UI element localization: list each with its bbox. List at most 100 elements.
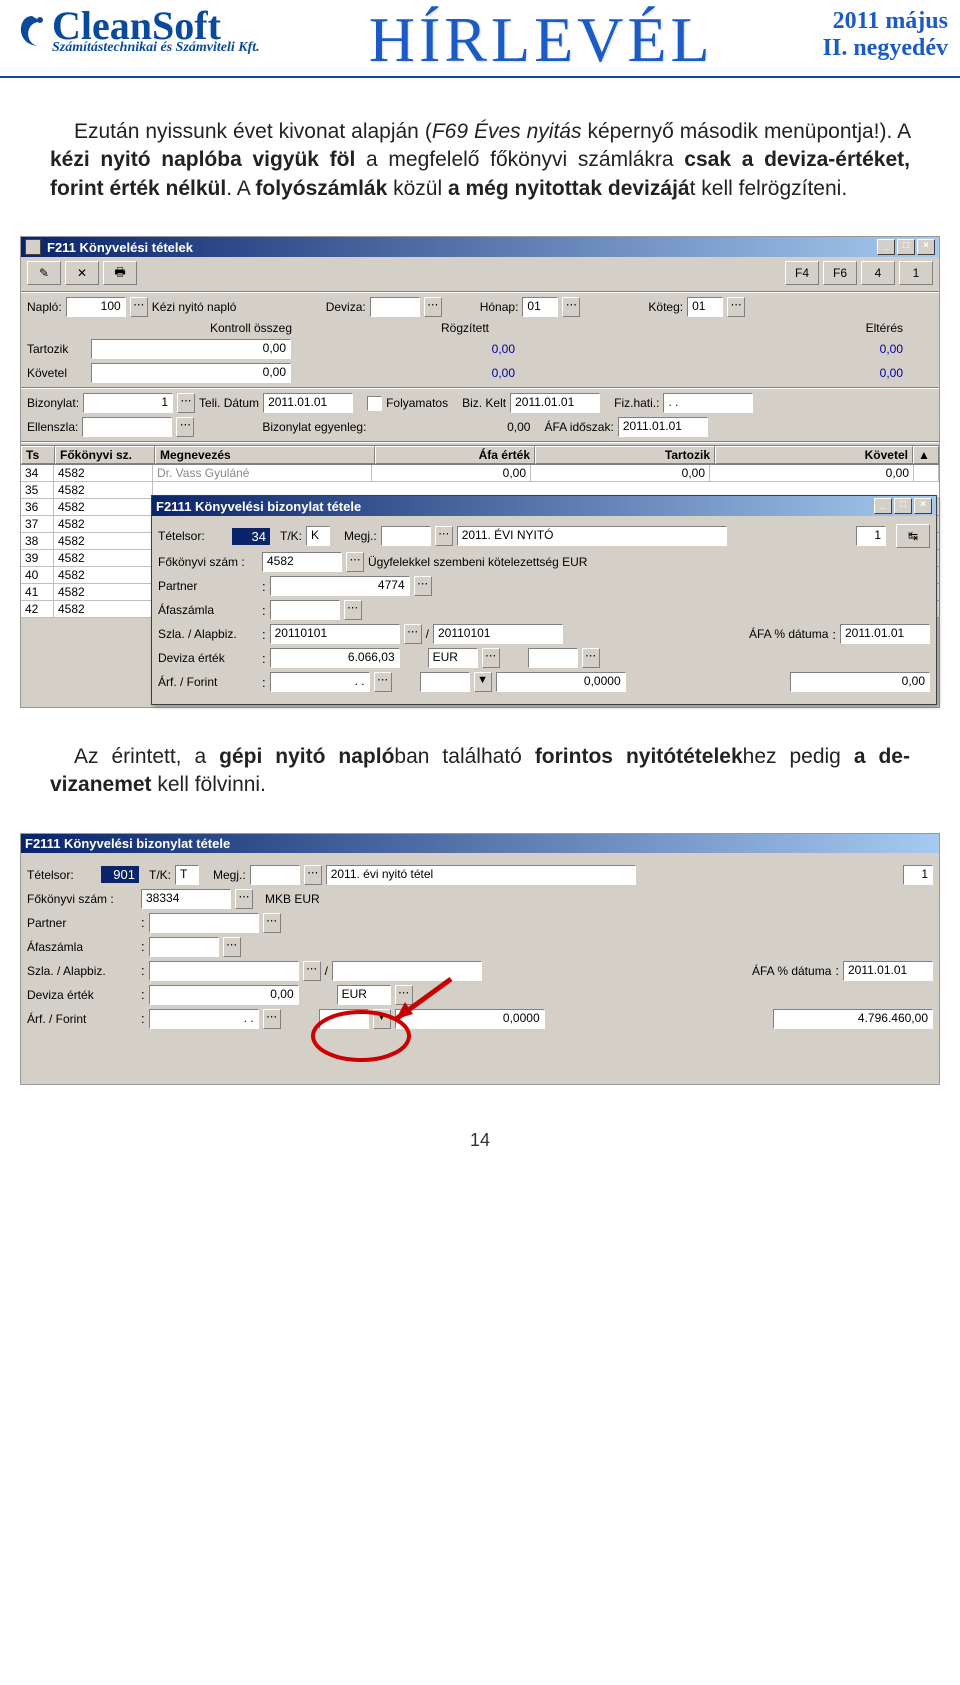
label-megj: Megj.: bbox=[213, 868, 246, 882]
fksz-input[interactable]: 4582 bbox=[262, 552, 342, 572]
tk-input[interactable]: T bbox=[175, 865, 199, 885]
megj-desc[interactable]: 2011. ÉVI NYITÓ bbox=[457, 526, 727, 546]
t: a még nyitottak devizájá bbox=[448, 177, 690, 200]
lookup-button[interactable]: ⋯ bbox=[263, 913, 281, 933]
col-ts[interactable]: Ts bbox=[21, 446, 55, 464]
devertek-input[interactable]: 6.066,03 bbox=[270, 648, 400, 668]
tool-button[interactable]: ✕ bbox=[65, 261, 99, 285]
dropdown-button[interactable]: ▼ bbox=[474, 672, 492, 692]
szla-b-input[interactable]: 20110101 bbox=[433, 624, 563, 644]
col-tartozik[interactable]: Tartozik bbox=[535, 446, 715, 464]
szla-b-input[interactable] bbox=[332, 961, 482, 981]
col-afa[interactable]: Áfa érték bbox=[375, 446, 535, 464]
fizhati-input[interactable]: . . bbox=[663, 393, 753, 413]
afaszamla-input[interactable] bbox=[149, 937, 219, 957]
arf-forint-input[interactable]: 4.796.460,00 bbox=[773, 1009, 933, 1029]
arf-a-input[interactable]: . . bbox=[149, 1009, 259, 1029]
arf-a-input[interactable]: . . bbox=[270, 672, 370, 692]
devnem-input[interactable]: EUR bbox=[428, 648, 478, 668]
close-button[interactable]: × bbox=[917, 239, 935, 255]
devertek-input[interactable]: 0,00 bbox=[149, 985, 299, 1005]
label-fizhati: Fiz.hati.: bbox=[614, 396, 659, 410]
btn-4[interactable]: 4 bbox=[861, 261, 895, 285]
arf-type-input[interactable] bbox=[420, 672, 470, 692]
maximize-button[interactable]: □ bbox=[894, 498, 912, 514]
honap-input[interactable]: 01 bbox=[522, 297, 558, 317]
lookup-button[interactable]: ⋯ bbox=[395, 985, 413, 1005]
szla-a-input[interactable]: 20110101 bbox=[270, 624, 400, 644]
lookup-button[interactable]: ⋯ bbox=[562, 297, 580, 317]
arf-rate-input[interactable]: 0,0000 bbox=[496, 672, 626, 692]
afaszamla-input[interactable] bbox=[270, 600, 340, 620]
action-icon[interactable]: ↹ bbox=[896, 524, 930, 548]
col-fksz[interactable]: Főkönyvi sz. bbox=[55, 446, 155, 464]
afaidoszak-input[interactable]: 2011.01.01 bbox=[618, 417, 708, 437]
btn-1[interactable]: 1 bbox=[899, 261, 933, 285]
minimize-button[interactable]: _ bbox=[877, 239, 895, 255]
lookup-button[interactable]: ⋯ bbox=[263, 1009, 281, 1029]
lookup-button[interactable]: ⋯ bbox=[346, 552, 364, 572]
afadatum-input[interactable]: 2011.01.01 bbox=[840, 624, 930, 644]
date-line1: 2011 május bbox=[823, 8, 948, 35]
lookup-button[interactable]: ⋯ bbox=[374, 672, 392, 692]
ellenszla-input[interactable] bbox=[82, 417, 172, 437]
date-line2: II. negyedév bbox=[823, 35, 948, 62]
lookup-button[interactable]: ⋯ bbox=[344, 600, 362, 620]
lookup-button[interactable]: ⋯ bbox=[582, 648, 600, 668]
dev2-input[interactable] bbox=[528, 648, 578, 668]
arf-forint-input[interactable]: 0,00 bbox=[790, 672, 930, 692]
label-afaszamla: Áfaszámla bbox=[158, 603, 258, 617]
arf-type-input[interactable] bbox=[319, 1009, 369, 1029]
lookup-button[interactable]: ⋯ bbox=[435, 526, 453, 546]
lookup-button[interactable]: ⋯ bbox=[303, 961, 321, 981]
dropdown-button[interactable]: ▼ bbox=[373, 1009, 391, 1029]
cell: 4582 bbox=[54, 482, 153, 498]
lookup-button[interactable]: ⋯ bbox=[130, 297, 148, 317]
partner-input[interactable]: 4774 bbox=[270, 576, 410, 596]
megj-desc[interactable]: 2011. évi nyitó tétel bbox=[326, 865, 636, 885]
tk-input[interactable]: K bbox=[306, 526, 330, 546]
f6-button[interactable]: F6 bbox=[823, 261, 857, 285]
folyamatos-checkbox[interactable] bbox=[367, 396, 382, 411]
lookup-button[interactable]: ⋯ bbox=[235, 889, 253, 909]
col-kovetel[interactable]: Követel bbox=[715, 446, 913, 464]
lookup-button[interactable]: ⋯ bbox=[404, 624, 422, 644]
col-megn[interactable]: Megnevezés bbox=[155, 446, 375, 464]
koteg-input[interactable]: 01 bbox=[687, 297, 723, 317]
close-button[interactable]: × bbox=[914, 498, 932, 514]
f4-button[interactable]: F4 bbox=[785, 261, 819, 285]
scroll-up-icon[interactable]: ▲ bbox=[913, 446, 939, 464]
szla-a-input[interactable] bbox=[149, 961, 299, 981]
lookup-button[interactable]: ⋯ bbox=[304, 865, 322, 885]
megj-input[interactable] bbox=[250, 865, 300, 885]
table-row[interactable]: 34 4582 Dr. Vass Gyuláné 0,00 0,00 0,00 bbox=[21, 465, 939, 482]
tartozik-input[interactable]: 0,00 bbox=[91, 339, 291, 359]
lookup-button[interactable]: ⋯ bbox=[176, 417, 194, 437]
tool-button[interactable]: ✎ bbox=[27, 261, 61, 285]
afadatum-input[interactable]: 2011.01.01 bbox=[843, 961, 933, 981]
lookup-button[interactable]: ⋯ bbox=[223, 937, 241, 957]
lookup-button[interactable]: ⋯ bbox=[424, 297, 442, 317]
lookup-button[interactable]: ⋯ bbox=[482, 648, 500, 668]
lookup-button[interactable]: ⋯ bbox=[177, 393, 195, 413]
print-button[interactable]: 🖶 bbox=[103, 261, 137, 285]
partner-input[interactable] bbox=[149, 913, 259, 933]
seq-input[interactable]: 1 bbox=[903, 865, 933, 885]
teli-input[interactable]: 2011.01.01 bbox=[263, 393, 353, 413]
bizonylat-input[interactable]: 1 bbox=[83, 393, 173, 413]
bizkelt-input[interactable]: 2011.01.01 bbox=[510, 393, 600, 413]
tetelsor-input[interactable]: 34 bbox=[232, 528, 270, 545]
kovetel-input[interactable]: 0,00 bbox=[91, 363, 291, 383]
minimize-button[interactable]: _ bbox=[874, 498, 892, 514]
fksz-input[interactable]: 38334 bbox=[141, 889, 231, 909]
deviza-input[interactable] bbox=[370, 297, 420, 317]
megj-input[interactable] bbox=[381, 526, 431, 546]
tetelsor-input[interactable]: 901 bbox=[101, 866, 139, 883]
maximize-button[interactable]: □ bbox=[897, 239, 915, 255]
lookup-button[interactable]: ⋯ bbox=[727, 297, 745, 317]
arf-rate-input[interactable]: 0,0000 bbox=[395, 1009, 545, 1029]
naplo-input[interactable]: 100 bbox=[66, 297, 126, 317]
devnem-input[interactable]: EUR bbox=[337, 985, 391, 1005]
seq-input[interactable]: 1 bbox=[856, 526, 886, 546]
lookup-button[interactable]: ⋯ bbox=[414, 576, 432, 596]
